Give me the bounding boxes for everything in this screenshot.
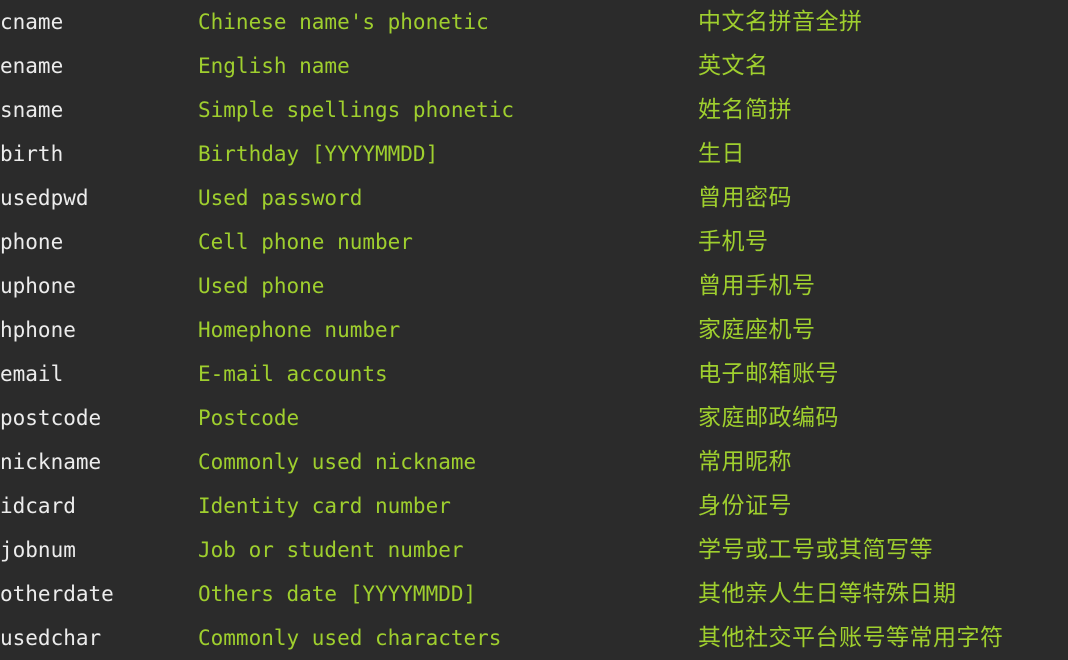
field-description-zh: 电子邮箱账号	[698, 361, 839, 387]
table-row: otherdate Others date [YYYYMMDD] 其他亲人生日等特殊…	[0, 572, 1068, 616]
table-row: usedchar Commonly used characters 其他社交平台账号…	[0, 616, 1068, 660]
field-description-zh: 姓名简拼	[698, 97, 792, 123]
field-description-en: Birthday [YYYYMMDD]	[198, 142, 439, 166]
field-description-en: Commonly used nickname	[198, 450, 477, 474]
field-key: phone	[0, 230, 64, 254]
field-description-en: Chinese name's phonetic	[198, 10, 489, 34]
field-key: idcard	[0, 494, 76, 518]
field-description-en: Used phone	[198, 274, 325, 298]
field-description-zh: 中文名拼音全拼	[698, 9, 863, 35]
table-row: phone Cell phone number 手机号	[0, 220, 1068, 264]
field-description-en: Commonly used characters	[198, 626, 502, 650]
field-description-zh: 家庭座机号	[698, 317, 816, 343]
field-key: usedchar	[0, 626, 102, 650]
table-row: email E-mail accounts 电子邮箱账号	[0, 352, 1068, 396]
field-description-zh: 曾用手机号	[698, 273, 816, 299]
field-description-zh: 手机号	[698, 229, 769, 255]
field-key: sname	[0, 98, 64, 122]
field-description-en: Identity card number	[198, 494, 451, 518]
field-description-en: Cell phone number	[198, 230, 413, 254]
table-row: usedpwd Used password 曾用密码	[0, 176, 1068, 220]
table-row: ename English name 英文名	[0, 44, 1068, 88]
field-description-zh: 英文名	[698, 53, 769, 79]
field-description-zh: 生日	[698, 141, 745, 167]
field-description-en: Simple spellings phonetic	[198, 98, 515, 122]
table-row: hphone Homephone number 家庭座机号	[0, 308, 1068, 352]
field-key: cname	[0, 10, 64, 34]
field-key: nickname	[0, 450, 102, 474]
field-description-zh: 身份证号	[698, 493, 792, 519]
field-description-en: English name	[198, 54, 350, 78]
field-key: hphone	[0, 318, 76, 342]
field-description-zh: 学号或工号或其简写等	[698, 537, 933, 563]
field-key: jobnum	[0, 538, 76, 562]
field-description-en: Others date [YYYYMMDD]	[198, 582, 477, 606]
table-row: postcode Postcode 家庭邮政编码	[0, 396, 1068, 440]
field-key: ename	[0, 54, 64, 78]
field-key: postcode	[0, 406, 102, 430]
table-row: uphone Used phone 曾用手机号	[0, 264, 1068, 308]
field-description-zh: 其他亲人生日等特殊日期	[698, 581, 957, 607]
field-key: birth	[0, 142, 64, 166]
table-row: birth Birthday [YYYYMMDD] 生日	[0, 132, 1068, 176]
field-key: uphone	[0, 274, 76, 298]
table-row: jobnum Job or student number 学号或工号或其简写等	[0, 528, 1068, 572]
field-description-zh: 家庭邮政编码	[698, 405, 839, 431]
table-row: sname Simple spellings phonetic 姓名简拼	[0, 88, 1068, 132]
field-description-en: Homephone number	[198, 318, 401, 342]
table-row: nickname Commonly used nickname 常用昵称	[0, 440, 1068, 484]
field-reference-table: cname Chinese name's phonetic 中文名拼音全拼 ename…	[0, 0, 1068, 659]
field-description-en: Job or student number	[198, 538, 464, 562]
field-key: otherdate	[0, 582, 114, 606]
field-key: email	[0, 362, 64, 386]
table-row: cname Chinese name's phonetic 中文名拼音全拼	[0, 0, 1068, 44]
field-description-en: E-mail accounts	[198, 362, 388, 386]
field-description-en: Used password	[198, 186, 363, 210]
field-description-en: Postcode	[198, 406, 300, 430]
field-description-zh: 常用昵称	[698, 449, 792, 475]
field-description-zh: 曾用密码	[698, 185, 792, 211]
table-row: idcard Identity card number 身份证号	[0, 484, 1068, 528]
field-description-zh: 其他社交平台账号等常用字符	[698, 625, 1004, 651]
field-key: usedpwd	[0, 186, 89, 210]
